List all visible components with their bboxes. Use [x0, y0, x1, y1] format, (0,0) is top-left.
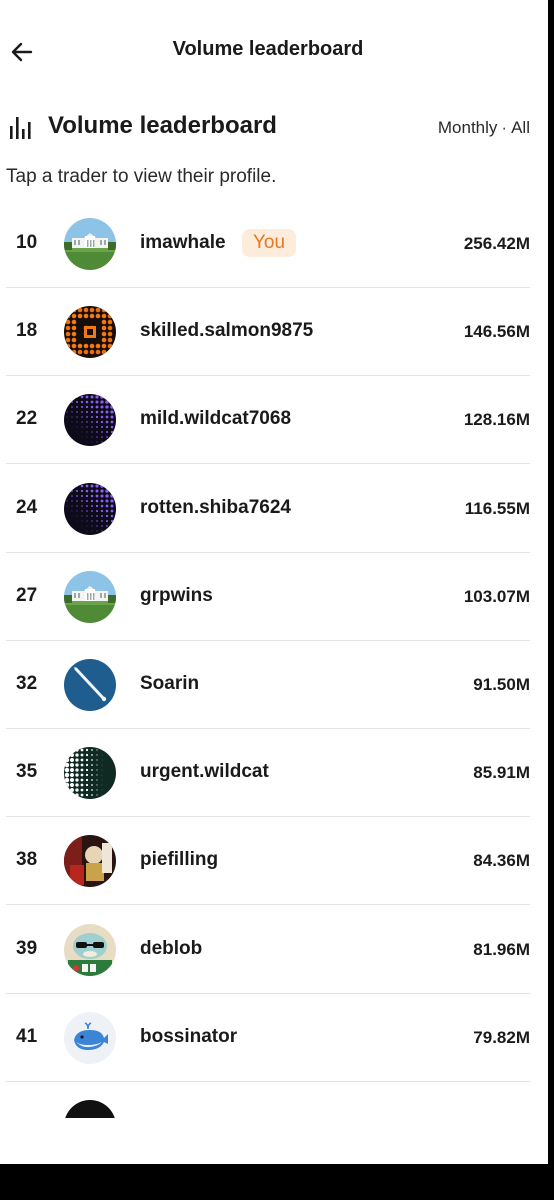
trader-avatar	[64, 835, 116, 887]
trader-row[interactable]: 38 piefilling 84.36M	[6, 817, 530, 905]
trader-list: 10 imawhale You 256.42M 18 skilled.salmon98…	[6, 200, 530, 1118]
scope-label: All	[511, 118, 530, 137]
partial-avatar	[64, 1100, 116, 1118]
trader-rank: 22	[16, 408, 38, 429]
trader-avatar	[64, 394, 116, 446]
trader-name: bossinator	[140, 1026, 238, 1047]
leaderboard-header: Volume leaderboard Monthly · All	[0, 104, 548, 150]
trader-row[interactable]: 27 grpwins 103.07M	[6, 553, 530, 641]
trader-rank: 41	[16, 1026, 38, 1047]
trader-rank: 35	[16, 761, 38, 782]
trader-rank: 38	[16, 849, 38, 870]
trader-rank: 24	[16, 497, 38, 518]
trader-name: imawhale	[140, 232, 226, 253]
leaderboard-title: Volume leaderboard	[48, 112, 277, 139]
trader-name: urgent.wildcat	[140, 761, 269, 782]
trader-name: rotten.shiba7624	[140, 497, 291, 518]
trader-row[interactable]: 22 mild.wildcat7068 128.16M	[6, 376, 530, 464]
row-divider	[6, 1081, 530, 1082]
trader-rank: 27	[16, 585, 38, 606]
trader-name: Soarin	[140, 673, 200, 694]
trader-volume: 81.96M	[473, 940, 530, 959]
period-label: Monthly	[437, 118, 498, 137]
trader-rank: 32	[16, 673, 38, 694]
trader-row[interactable]: 10 imawhale You 256.42M	[6, 200, 530, 288]
trader-volume: 91.50M	[473, 675, 530, 694]
row-divider	[6, 904, 530, 905]
trader-avatar	[64, 571, 116, 623]
trader-volume: 146.56M	[463, 322, 530, 341]
trader-volume: 128.16M	[463, 410, 530, 429]
trader-name: skilled.salmon9875	[140, 320, 314, 341]
trader-avatar	[64, 747, 116, 799]
trader-volume: 103.07M	[463, 587, 530, 606]
leaderboard-hint: Tap a trader to view their profile.	[6, 166, 277, 187]
trader-row[interactable]: 24 rotten.shiba7624 116.55M	[6, 465, 530, 553]
trader-avatar	[64, 483, 116, 535]
trader-name: grpwins	[140, 585, 213, 606]
page-title: Volume leaderboard	[172, 38, 364, 60]
window-edge	[548, 0, 554, 1164]
trader-volume: 84.36M	[473, 851, 530, 870]
trader-row[interactable]: 32 Soarin 91.50M	[6, 641, 530, 729]
trader-rank: 10	[16, 232, 38, 253]
trader-rank: 18	[16, 320, 38, 341]
trader-avatar	[64, 218, 116, 270]
trader-name: mild.wildcat7068	[140, 408, 292, 429]
trader-name: piefilling	[140, 849, 219, 870]
trader-rank: 39	[16, 938, 38, 959]
bar-chart-icon	[10, 117, 31, 139]
screen: Volume leaderboard Volume leaderboard Mo…	[0, 0, 548, 1164]
trader-row[interactable]: 41 bossinator 79.82M	[6, 994, 530, 1082]
trader-avatar	[64, 659, 116, 711]
trader-avatar	[64, 306, 116, 358]
trader-volume: 256.42M	[463, 234, 530, 253]
row-divider	[6, 463, 530, 464]
period-filter[interactable]: Monthly · All	[438, 118, 530, 138]
top-nav-bar: Volume leaderboard	[0, 0, 548, 104]
filter-separator: ·	[501, 118, 508, 137]
trader-avatar	[64, 1012, 116, 1064]
trader-row[interactable]: 39 deblob 81.96M	[6, 906, 530, 994]
trader-volume: 85.91M	[473, 763, 530, 782]
system-navigation-bar	[0, 1164, 554, 1200]
trader-row[interactable]: 35 urgent.wildcat 85.91M	[6, 729, 530, 817]
partial-row	[64, 1100, 116, 1118]
trader-row[interactable]: 18 skilled.salmon9875 146.56M	[6, 288, 530, 376]
trader-avatar	[64, 924, 116, 976]
you-badge: You	[242, 229, 297, 257]
trader-name: deblob	[140, 938, 203, 959]
trader-volume: 79.82M	[473, 1028, 530, 1047]
trader-volume: 116.55M	[464, 499, 530, 518]
